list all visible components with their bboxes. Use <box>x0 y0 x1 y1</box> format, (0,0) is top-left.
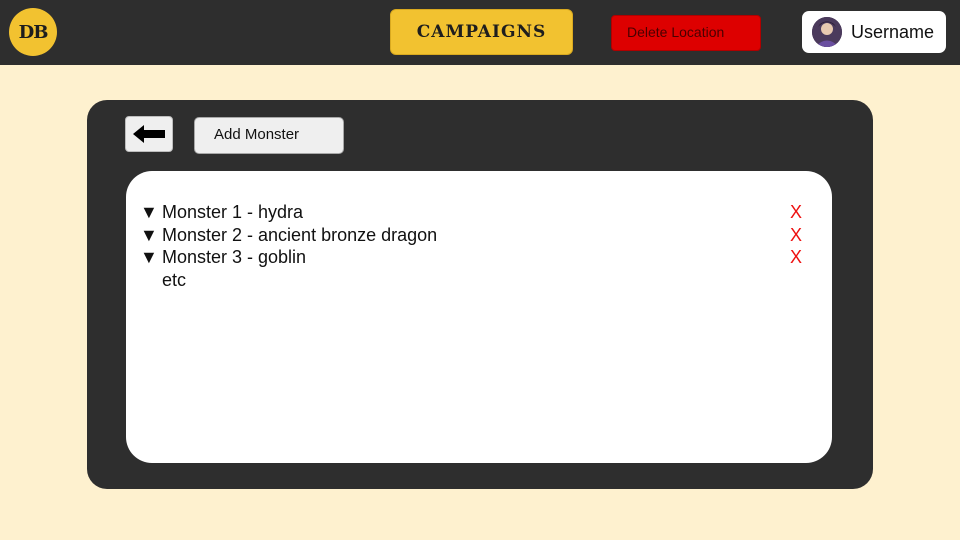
expand-toggle-icon[interactable]: ▼ <box>140 225 158 246</box>
monster-list: ▼ Monster 1 - hydra X ▼ Monster 2 - anci… <box>126 171 832 463</box>
add-monster-button[interactable]: Add Monster <box>194 117 344 154</box>
monster-name: Monster 2 - ancient bronze dragon <box>162 225 438 245</box>
app-logo[interactable]: DB <box>9 8 57 56</box>
monster-panel: Add Monster ▼ Monster 1 - hydra X ▼ Mons… <box>87 100 873 489</box>
arrow-left-icon <box>133 125 165 143</box>
back-button[interactable] <box>125 116 173 152</box>
remove-monster-button[interactable]: X <box>790 247 802 268</box>
expand-toggle-icon[interactable]: ▼ <box>140 202 158 223</box>
list-item: ▼ Monster 2 - ancient bronze dragon X <box>140 225 820 247</box>
user-avatar-icon <box>812 17 842 47</box>
expand-toggle-icon[interactable]: ▼ <box>140 247 158 268</box>
list-more-text: etc <box>140 270 820 292</box>
delete-location-button[interactable]: Delete Location <box>611 15 761 51</box>
list-item: ▼ Monster 1 - hydra X <box>140 202 820 224</box>
list-item: ▼ Monster 3 - goblin X <box>140 247 820 269</box>
top-nav-bar: DB CAMPAIGNS Delete Location Username <box>0 0 960 65</box>
campaigns-button[interactable]: CAMPAIGNS <box>390 9 573 55</box>
username-label: Username <box>851 21 935 42</box>
more-label: etc <box>162 270 187 290</box>
remove-monster-button[interactable]: X <box>790 225 802 246</box>
monster-name: Monster 3 - goblin <box>162 247 307 267</box>
user-menu-button[interactable]: Username <box>802 11 946 53</box>
monster-name: Monster 1 - hydra <box>162 202 304 222</box>
remove-monster-button[interactable]: X <box>790 202 802 223</box>
